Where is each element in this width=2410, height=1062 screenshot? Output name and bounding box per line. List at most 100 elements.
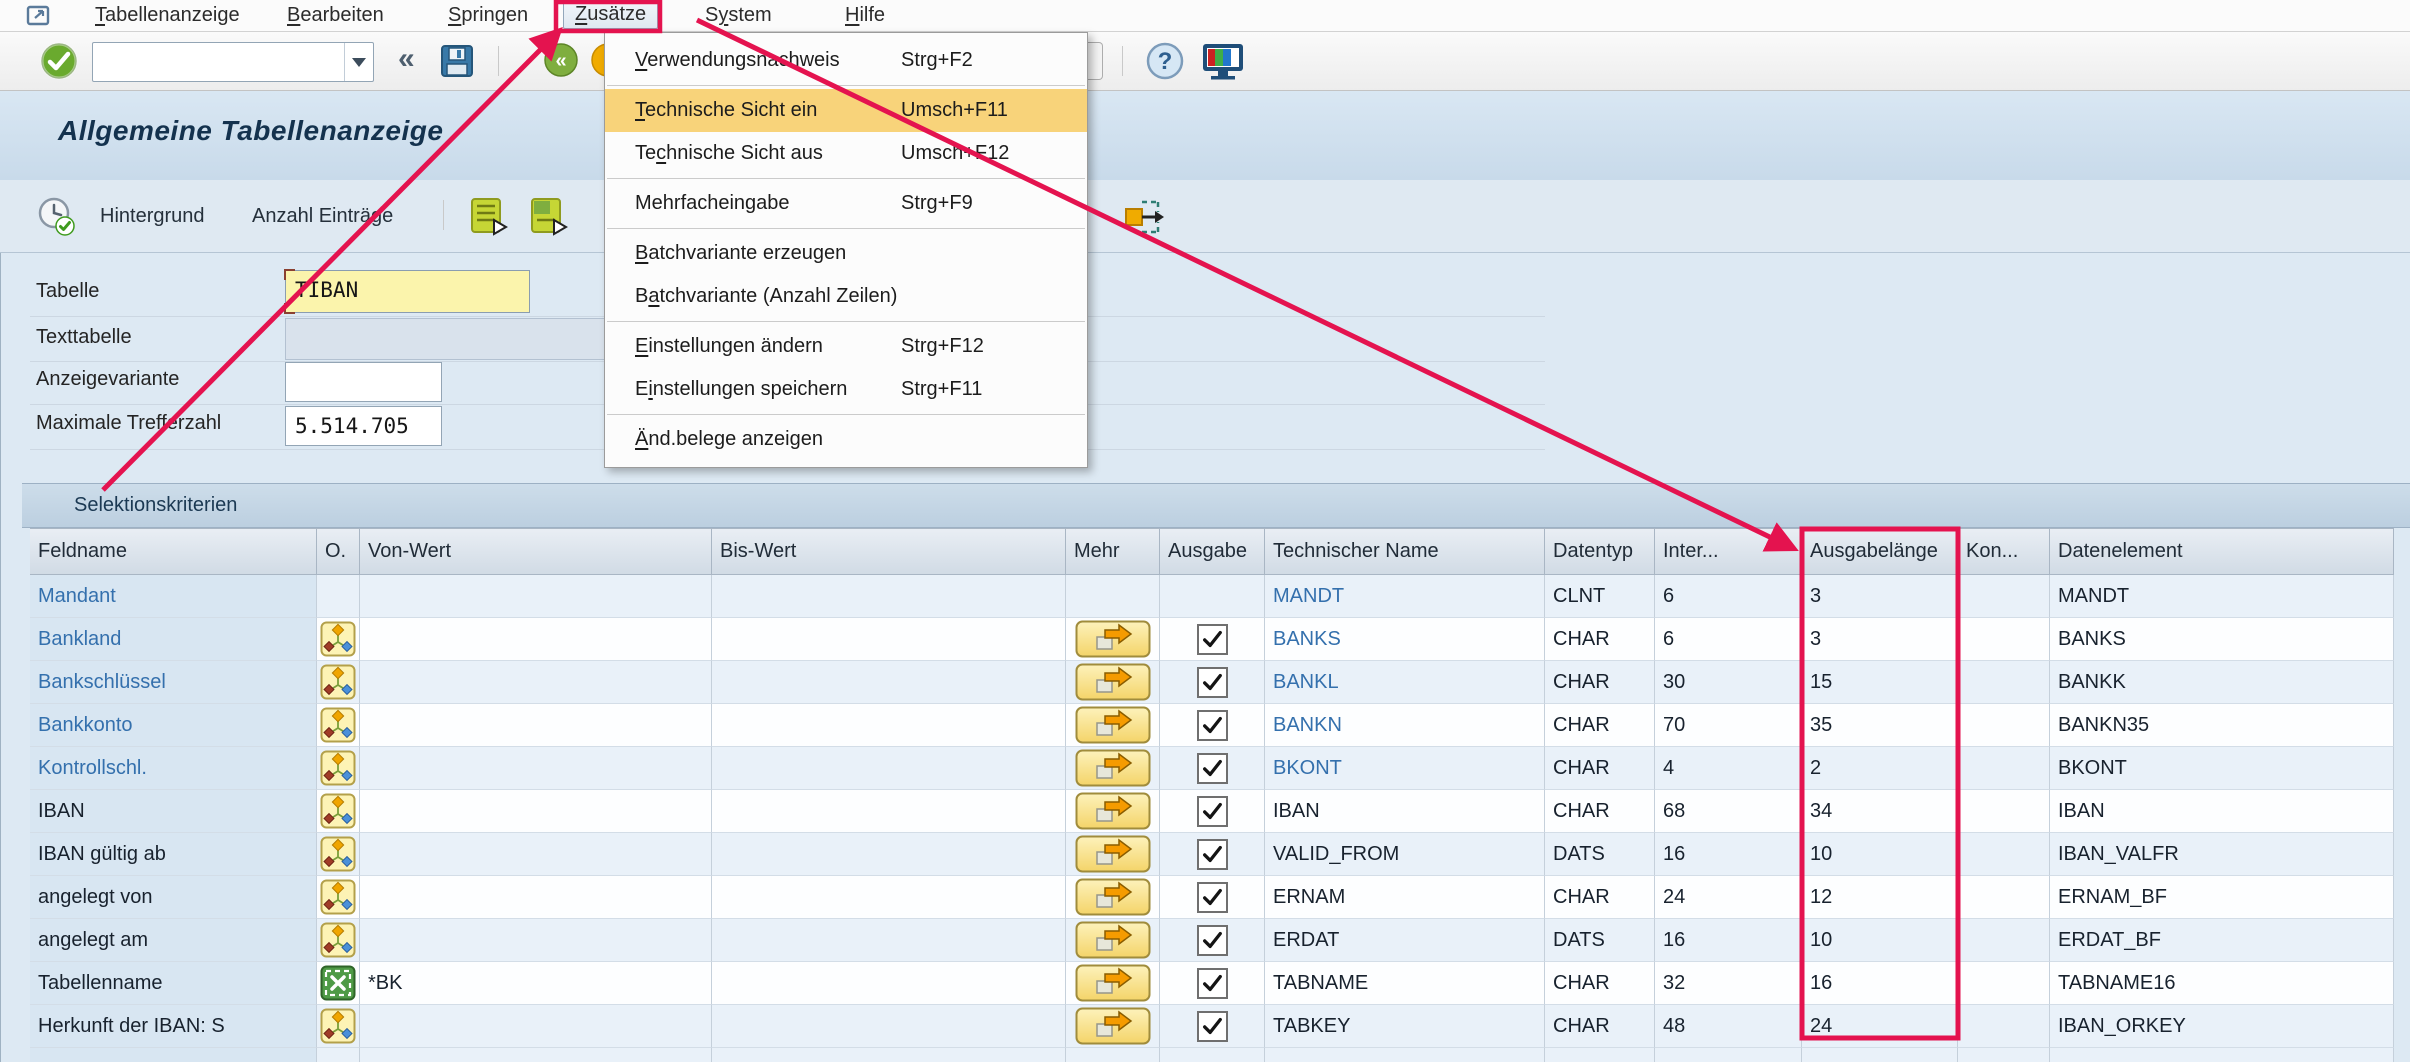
cell-bis-wert[interactable] (712, 876, 1066, 919)
ausgabe-checkbox[interactable] (1197, 753, 1228, 784)
command-field[interactable] (92, 42, 374, 82)
menu-item-einstellungen-speichern[interactable]: Einstellungen speichernStrg+F11 (605, 368, 1087, 411)
cell-bis-wert[interactable] (712, 833, 1066, 876)
cell-option-icon[interactable] (317, 962, 360, 1005)
menu-item-technische-sicht-ein[interactable]: Technische Sicht einUmsch+F11 (605, 89, 1087, 132)
help-icon[interactable]: ? (1146, 42, 1184, 85)
cell-mehr-button[interactable] (1066, 790, 1160, 833)
ausgabe-checkbox[interactable] (1197, 968, 1228, 999)
cell-option-icon[interactable] (317, 704, 360, 747)
menubar-item-system[interactable]: System (705, 2, 772, 28)
command-field-dropdown-icon[interactable] (344, 43, 373, 81)
ausgabe-checkbox[interactable] (1197, 624, 1228, 655)
menu-item--nd-belege-anzeigen[interactable]: Änd.belege anzeigen (605, 418, 1087, 461)
column-header-mehr[interactable]: Mehr (1066, 528, 1160, 575)
cell-bis-wert[interactable] (712, 747, 1066, 790)
menu-item-batchvariante-erzeugen[interactable]: Batchvariante erzeugen (605, 232, 1087, 275)
navigate-back-icon[interactable]: « (543, 42, 580, 84)
menu-item-label: Einstellungen ändern (635, 335, 823, 357)
column-header-biswert[interactable]: Bis-Wert (712, 528, 1066, 575)
column-header-o[interactable]: O. (317, 528, 360, 575)
save-icon[interactable] (438, 42, 476, 85)
ausgabe-checkbox[interactable] (1197, 882, 1228, 913)
menu-item-batchvariante-anzahl-zeilen-[interactable]: Batchvariante (Anzahl Zeilen) (605, 275, 1087, 318)
cell-option-icon[interactable] (317, 661, 360, 704)
menubar-item-springen[interactable]: Springen (448, 2, 528, 28)
column-header-vonwert[interactable]: Von-Wert (360, 528, 712, 575)
cell-option-icon[interactable] (317, 919, 360, 962)
menu-item-mehrfacheingabe[interactable]: MehrfacheingabeStrg+F9 (605, 182, 1087, 225)
menu-item-einstellungen-ndern[interactable]: Einstellungen ändernStrg+F12 (605, 325, 1087, 368)
ausgabe-checkbox[interactable] (1197, 839, 1228, 870)
background-button[interactable]: Hintergrund (100, 195, 205, 237)
cell-von-wert[interactable] (360, 1005, 712, 1048)
cell-bis-wert[interactable] (712, 919, 1066, 962)
entry-count-button[interactable]: Anzahl Einträge (252, 195, 393, 237)
column-header-datenelement[interactable]: Datenelement (2050, 528, 2394, 575)
cell-mehr-button[interactable] (1066, 876, 1160, 919)
cell-bis-wert[interactable] (712, 1005, 1066, 1048)
cell-mehr-button[interactable] (1066, 661, 1160, 704)
cell-bis-wert[interactable] (712, 790, 1066, 833)
menubar-item-hilfe[interactable]: Hilfe (845, 2, 885, 28)
cell-option-icon[interactable] (317, 876, 360, 919)
cell-mehr-button[interactable] (1066, 747, 1160, 790)
cell-mehr-button[interactable] (1066, 919, 1160, 962)
cell-von-wert[interactable]: *BK (360, 962, 712, 1005)
column-header-inter[interactable]: Inter... (1655, 528, 1802, 575)
menubar-item-bearbeiten[interactable]: Bearbeiten (287, 2, 384, 28)
column-header-datentyp[interactable]: Datentyp (1545, 528, 1655, 575)
menu-item-technische-sicht-aus[interactable]: Technische Sicht ausUmsch+F12 (605, 132, 1087, 175)
column-header-feldname[interactable]: Feldname (30, 528, 317, 575)
column-header-ausgabelnge[interactable]: Ausgabelänge (1802, 528, 1958, 575)
new-session-monitor-icon[interactable] (1200, 42, 1246, 85)
cell-bis-wert[interactable] (712, 661, 1066, 704)
tabelle-input[interactable]: TIBAN (285, 270, 530, 313)
cell-option-icon[interactable] (317, 790, 360, 833)
ausgabe-checkbox[interactable] (1197, 925, 1228, 956)
menubar-item-tabellenanzeige[interactable]: Tabellenanzeige (95, 2, 240, 28)
cell-von-wert[interactable] (360, 618, 712, 661)
back-chevron-icon[interactable]: « (398, 40, 415, 78)
cell-von-wert[interactable] (360, 747, 712, 790)
anzeigevariante-input[interactable] (285, 362, 442, 402)
cell-von-wert[interactable] (360, 790, 712, 833)
cell-option-icon[interactable] (317, 618, 360, 661)
cell-bis-wert[interactable] (712, 962, 1066, 1005)
cell-option-icon[interactable] (317, 747, 360, 790)
cell-mehr-button[interactable] (1066, 833, 1160, 876)
column-header-ausgabe[interactable]: Ausgabe (1160, 528, 1265, 575)
ausgabe-checkbox[interactable] (1197, 1011, 1228, 1042)
ausgabe-checkbox[interactable] (1197, 796, 1228, 827)
menubar-item-zustze[interactable]: Zusätze (563, 0, 658, 29)
list-output-alt-icon[interactable] (528, 196, 568, 241)
cell-ausgabelaenge: 35 (1802, 704, 1958, 747)
cell-mehr-button[interactable] (1066, 618, 1160, 661)
cell-bis-wert[interactable] (712, 704, 1066, 747)
execute-clock-icon[interactable] (36, 196, 76, 241)
max-trefferzahl-input[interactable]: 5.514.705 (285, 406, 442, 446)
cell-von-wert[interactable] (360, 661, 712, 704)
ausgabe-checkbox[interactable] (1197, 667, 1228, 698)
cell-von-wert[interactable] (360, 919, 712, 962)
enter-check-icon[interactable] (40, 42, 78, 85)
cell-mehr-button[interactable] (1066, 962, 1160, 1005)
cell-bis-wert[interactable] (712, 575, 1066, 618)
cell-technischer-name: IBAN (1265, 790, 1545, 833)
ausgabe-checkbox[interactable] (1197, 710, 1228, 741)
menu-item-verwendungsnachweis[interactable]: VerwendungsnachweisStrg+F2 (605, 39, 1087, 82)
cell-bis-wert[interactable] (712, 618, 1066, 661)
cell-von-wert[interactable] (360, 876, 712, 919)
column-header-technischername[interactable]: Technischer Name (1265, 528, 1545, 575)
cell-von-wert[interactable] (360, 704, 712, 747)
cell-von-wert[interactable] (360, 575, 712, 618)
cell-von-wert[interactable] (360, 833, 712, 876)
cell-empty (1160, 1048, 1265, 1062)
transfer-icon[interactable] (1122, 196, 1166, 243)
cell-option-icon[interactable] (317, 1005, 360, 1048)
list-output-icon[interactable] (468, 196, 508, 241)
cell-mehr-button[interactable] (1066, 704, 1160, 747)
column-header-kon[interactable]: Kon... (1958, 528, 2050, 575)
cell-option-icon[interactable] (317, 833, 360, 876)
cell-mehr-button[interactable] (1066, 1005, 1160, 1048)
